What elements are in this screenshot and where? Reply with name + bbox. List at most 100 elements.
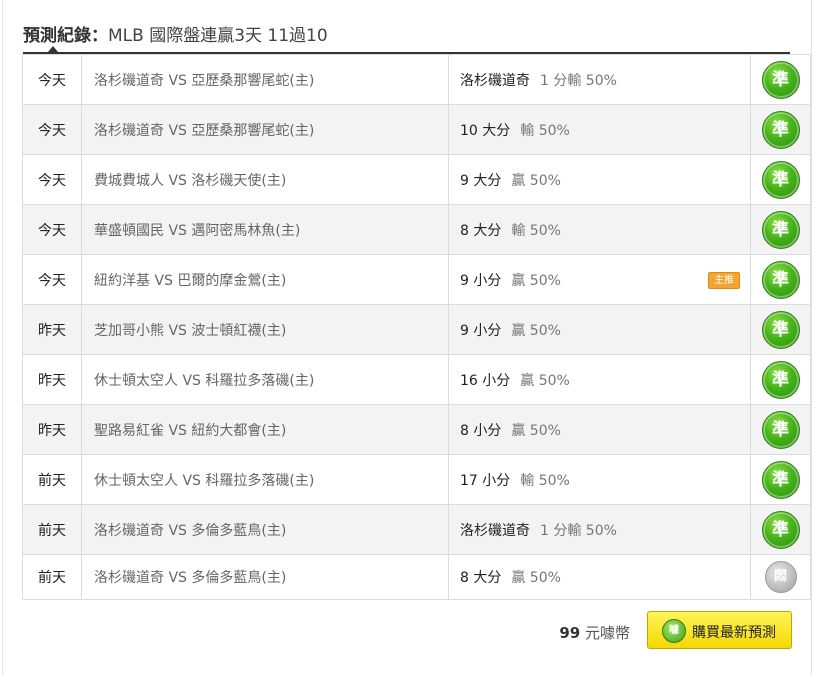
row-pick-cell: 8 大分贏 50% (448, 554, 751, 600)
row-pick: 8 大分 (460, 570, 502, 586)
result-hit-icon: 準 (761, 360, 800, 399)
row-pick-cell: 9 小分贏 50% 主推 (448, 254, 751, 305)
row-pick: 洛杉磯道奇 (460, 522, 530, 539)
row-day: 昨天 (22, 404, 82, 455)
buy-button-label: 購買最新預測 (692, 625, 776, 641)
coin-icon: 噱 (662, 619, 686, 643)
prediction-row: 今天 華盛頓國民 VS 邁阿密馬林魚(主) 8 大分輸 50% 準 (22, 204, 811, 255)
result-hit-icon: 準 (761, 310, 800, 349)
row-pick: 17 小分 (460, 472, 511, 489)
row-matchup: 洛杉磯道奇 VS 多倫多藍鳥(主) (81, 504, 449, 555)
header-label: 預測紀錄： (23, 26, 108, 46)
result-hit-icon: 準 (761, 60, 800, 99)
row-pick-cell: 洛杉磯道奇 1 分輸 50% (448, 504, 751, 555)
row-result-cell: 準 (750, 404, 811, 455)
row-odds: 輸 50% (520, 122, 570, 139)
row-result-cell: 準 (750, 204, 811, 255)
row-pick-cell: 9 大分贏 50% (448, 154, 751, 205)
row-result-cell: 準 (750, 54, 811, 105)
prediction-row: 前天 休士頓太空人 VS 科羅拉多落磯(主) 17 小分輸 50% 準 (22, 454, 811, 505)
row-matchup: 華盛頓國民 VS 邁阿密馬林魚(主) (81, 204, 449, 255)
row-odds: 贏 50% (511, 272, 561, 289)
row-pick-cell: 17 小分輸 50% (448, 454, 751, 505)
row-day: 前天 (22, 504, 82, 555)
result-pending-icon: 悶 (764, 561, 797, 593)
purchase-bar: 99 元噱幣 噱 購買最新預測 (22, 610, 792, 652)
header-title-text: MLB 國際盤連贏3天 11過10 (108, 26, 328, 46)
row-pick: 9 小分 (460, 322, 502, 339)
row-day: 今天 (22, 104, 82, 155)
row-day: 昨天 (22, 304, 82, 355)
row-pick-cell: 8 大分輸 50% (448, 204, 751, 255)
frame-border-left (2, 0, 3, 675)
row-pick: 9 大分 (460, 172, 502, 189)
header-title: 預測紀錄：MLB 國際盤連贏3天 11過10 (23, 21, 328, 46)
row-odds: 贏 50% (511, 322, 561, 339)
row-matchup: 休士頓太空人 VS 科羅拉多落磯(主) (81, 454, 449, 505)
row-result-cell: 準 (750, 154, 811, 205)
buy-latest-prediction-button[interactable]: 噱 購買最新預測 (647, 611, 792, 649)
row-odds: 贏 50% (520, 372, 570, 389)
price-label: 99 元噱幣 (559, 622, 630, 643)
prediction-row: 前天 洛杉磯道奇 VS 多倫多藍鳥(主) 洛杉磯道奇 1 分輸 50% 準 (22, 504, 811, 555)
row-result-cell: 準 (750, 504, 811, 555)
row-pick: 9 小分 (460, 272, 502, 289)
prediction-row: 昨天 芝加哥小熊 VS 波士頓紅襪(主) 9 小分贏 50% 準 (22, 304, 811, 355)
row-result-cell: 準 (750, 354, 811, 405)
row-matchup: 聖路易紅雀 VS 紐約大都會(主) (81, 404, 449, 455)
prediction-row: 昨天 聖路易紅雀 VS 紐約大都會(主) 8 小分贏 50% 準 (22, 404, 811, 455)
row-day: 前天 (22, 454, 82, 505)
row-pick: 10 大分 (460, 122, 511, 139)
row-pick: 洛杉磯道奇 (460, 72, 530, 89)
result-hit-icon: 準 (761, 260, 800, 299)
row-odds: 贏 50% (511, 570, 561, 586)
featured-pick-badge: 主推 (708, 271, 740, 289)
prediction-row: 今天 費城費城人 VS 洛杉磯天使(主) 9 大分贏 50% 準 (22, 154, 811, 205)
row-matchup: 洛杉磯道奇 VS 亞歷桑那響尾蛇(主) (81, 54, 449, 105)
prediction-row: 昨天 休士頓太空人 VS 科羅拉多落磯(主) 16 小分贏 50% 準 (22, 354, 811, 405)
price-amount: 99 (559, 624, 581, 642)
row-day: 今天 (22, 204, 82, 255)
row-odds: 輸 50% (511, 222, 561, 239)
prediction-row: 今天 洛杉磯道奇 VS 亞歷桑那響尾蛇(主) 10 大分輸 50% 準 (22, 104, 811, 155)
price-unit: 元噱幣 (584, 624, 630, 642)
prediction-row: 今天 洛杉磯道奇 VS 亞歷桑那響尾蛇(主) 洛杉磯道奇 1 分輸 50% 準 (22, 54, 811, 105)
row-pick-cell: 8 小分贏 50% (448, 404, 751, 455)
row-odds: 贏 50% (511, 422, 561, 439)
row-odds: 1 分輸 50% (540, 522, 617, 539)
result-hit-icon: 準 (761, 410, 800, 449)
prediction-row: 今天 紐約洋基 VS 巴爾的摩金鶯(主) 9 小分贏 50% 主推 準 (22, 254, 811, 305)
frame-border-right (811, 0, 812, 675)
row-pick-cell: 16 小分贏 50% (448, 354, 751, 405)
row-pick: 8 小分 (460, 422, 502, 439)
result-hit-icon: 準 (761, 110, 800, 149)
row-pick: 8 大分 (460, 222, 502, 239)
row-matchup: 芝加哥小熊 VS 波士頓紅襪(主) (81, 304, 449, 355)
row-day: 今天 (22, 254, 82, 305)
row-matchup: 休士頓太空人 VS 科羅拉多落磯(主) (81, 354, 449, 405)
result-hit-icon: 準 (761, 210, 800, 249)
row-day: 今天 (22, 54, 82, 105)
row-day: 昨天 (22, 354, 82, 405)
row-matchup: 洛杉磯道奇 VS 多倫多藍鳥(主) (81, 554, 449, 600)
row-pick-cell: 洛杉磯道奇 1 分輸 50% (448, 54, 751, 105)
row-day: 今天 (22, 154, 82, 205)
row-odds: 贏 50% (511, 172, 561, 189)
row-pick-cell: 10 大分輸 50% (448, 104, 751, 155)
row-result-cell: 準 (750, 454, 811, 505)
row-matchup: 洛杉磯道奇 VS 亞歷桑那響尾蛇(主) (81, 104, 449, 155)
result-hit-icon: 準 (761, 460, 800, 499)
prediction-row: 前天 洛杉磯道奇 VS 多倫多藍鳥(主) 8 大分贏 50% 悶 (22, 554, 811, 600)
row-day: 前天 (22, 554, 82, 600)
row-result-cell: 準 (750, 254, 811, 305)
row-odds: 輸 50% (520, 472, 570, 489)
row-result-cell: 準 (750, 104, 811, 155)
row-result-cell: 準 (750, 304, 811, 355)
row-pick: 16 小分 (460, 372, 511, 389)
row-matchup: 費城費城人 VS 洛杉磯天使(主) (81, 154, 449, 205)
row-pick-cell: 9 小分贏 50% (448, 304, 751, 355)
result-hit-icon: 準 (761, 160, 800, 199)
row-matchup: 紐約洋基 VS 巴爾的摩金鶯(主) (81, 254, 449, 305)
result-hit-icon: 準 (761, 510, 800, 549)
prediction-record-header: 預測紀錄：MLB 國際盤連贏3天 11過10 (23, 12, 790, 54)
